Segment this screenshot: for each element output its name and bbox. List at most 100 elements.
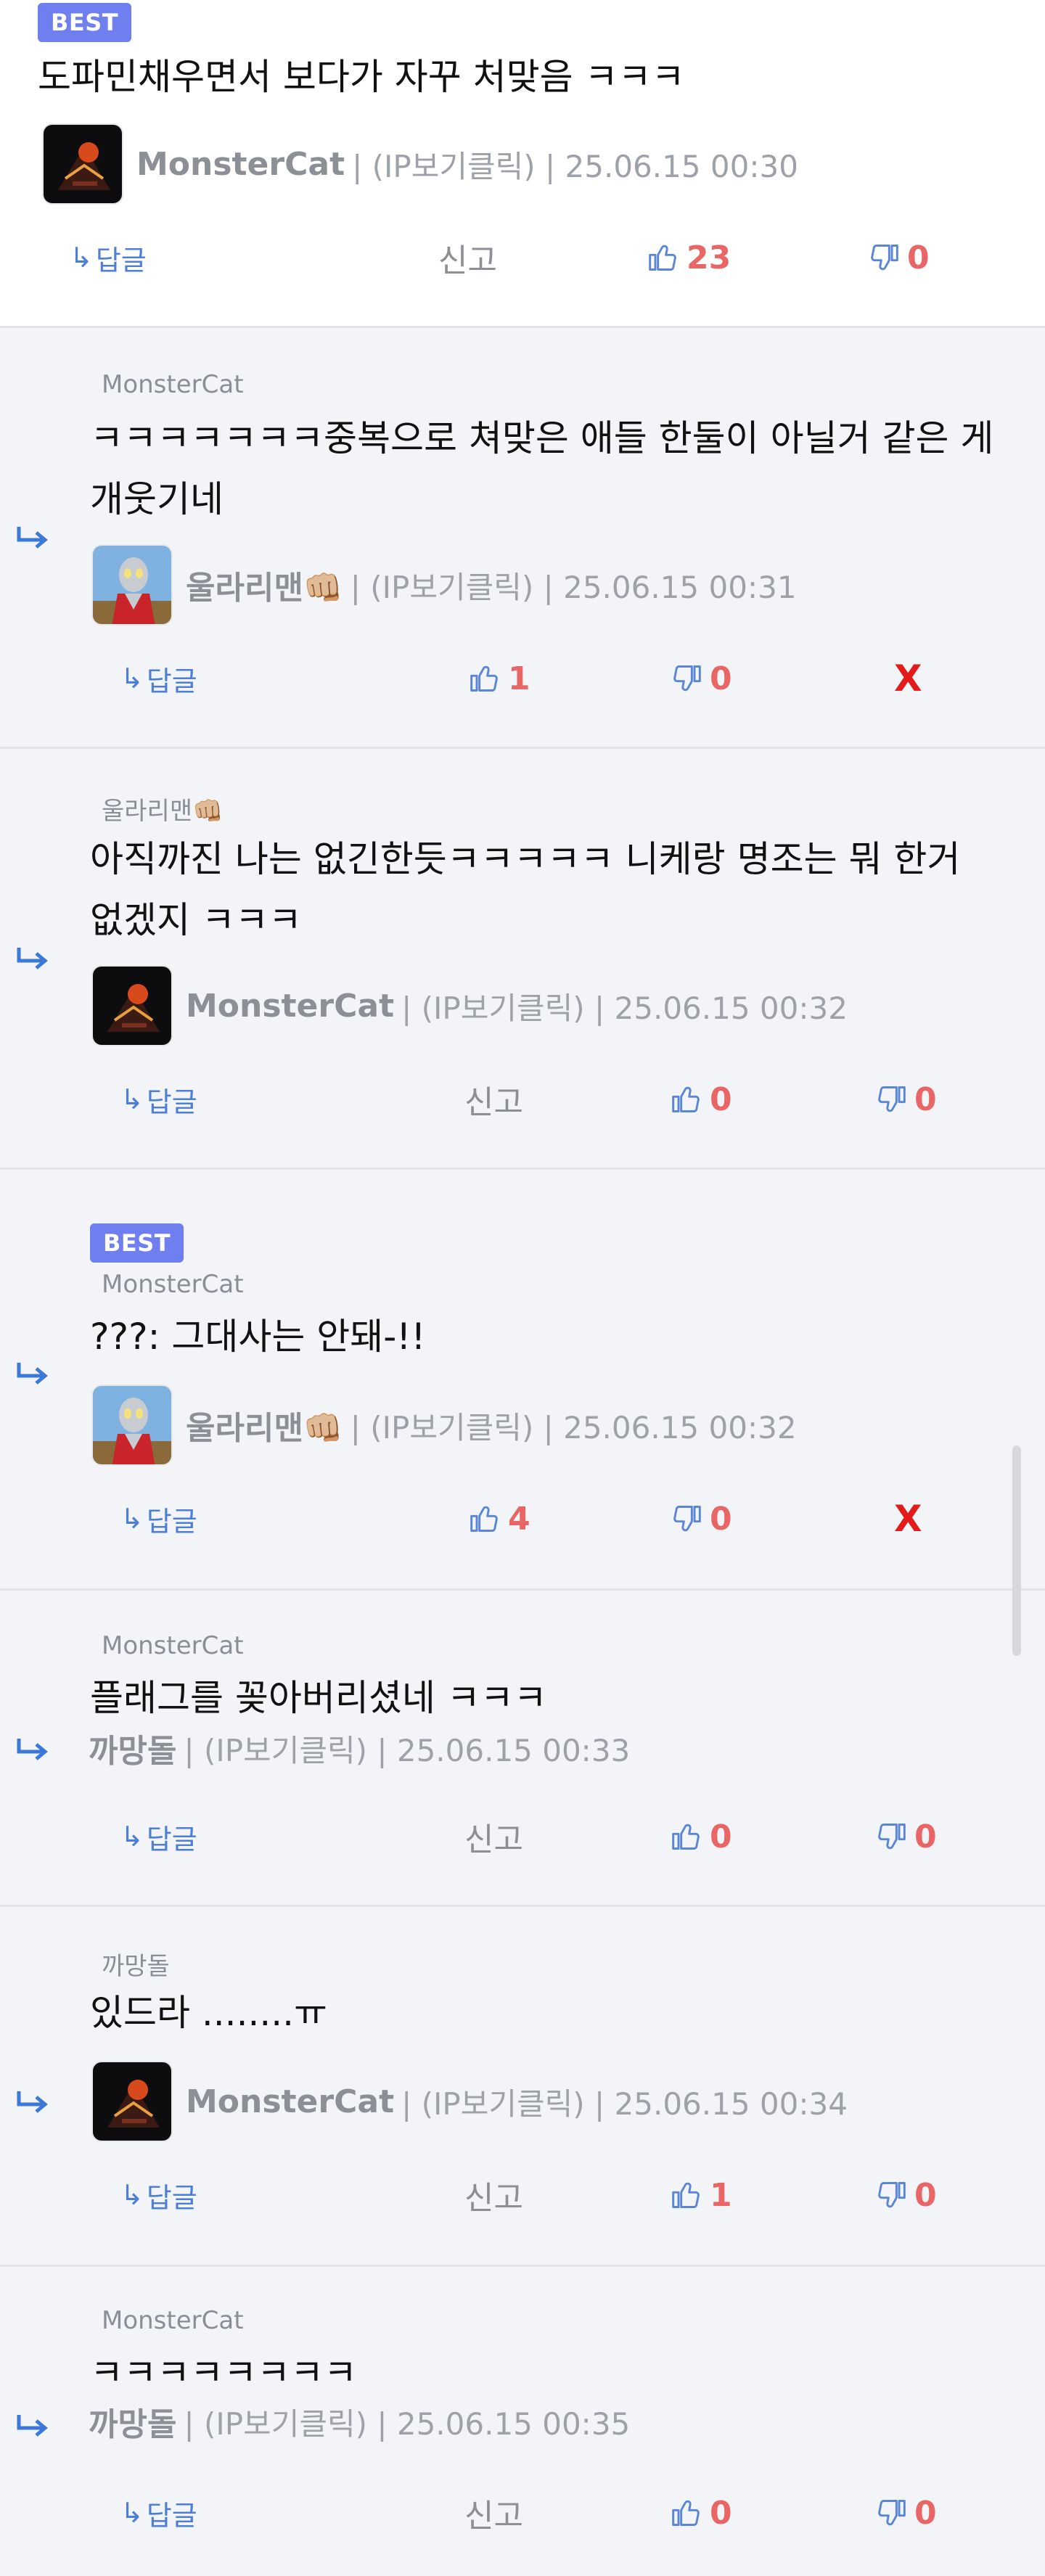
thumbs-up-icon <box>672 2500 700 2526</box>
reply-button[interactable]: ↳ 답글 <box>120 2487 197 2538</box>
reply-arrow-icon: ↳ <box>120 1503 144 1535</box>
reply-arrow-icon: ↳ <box>120 663 144 694</box>
comment-meta: MonsterCat | (IP보기클릭) | 25.06.15 00:30 <box>42 120 798 208</box>
comment-item: BEST MonsterCat ???: 그대사는 안돼-!! 울라리맨👊🏼 |… <box>0 1170 1045 1591</box>
downvote-button[interactable]: 0 <box>875 2487 937 2538</box>
author-name[interactable]: 까망돌 <box>89 2398 176 2445</box>
author-name[interactable]: MonsterCat <box>186 2083 394 2120</box>
reply-button[interactable]: ↳ 답글 <box>120 2170 197 2220</box>
best-badge: BEST <box>38 3 132 42</box>
thumbs-up-icon <box>470 665 498 692</box>
thumbs-down-icon <box>878 2500 906 2526</box>
downvote-count: 0 <box>914 1818 937 1855</box>
comment-meta-info[interactable]: | (IP보기클릭) | 25.06.15 00:31 <box>351 563 797 607</box>
upvote-button[interactable]: 4 <box>469 1493 530 1544</box>
reply-button[interactable]: ↳ 답글 <box>120 1811 197 1862</box>
upvote-button[interactable]: 1 <box>671 2170 732 2220</box>
report-button[interactable]: 신고 <box>464 2170 523 2220</box>
comment-meta-info[interactable]: | (IP보기클릭) | 25.06.15 00:32 <box>351 1403 797 1448</box>
comment-body: ???: 그대사는 안돼-!! <box>90 1316 426 1358</box>
report-button[interactable]: 신고 <box>438 232 497 283</box>
comment-body: 아직까진 나는 없긴한듯ㅋㅋㅋㅋㅋ 니케랑 명조는 뭐 한거 없겠지 ㅋㅋㅋ <box>90 838 961 941</box>
reply-indicator-icon <box>17 1739 48 1760</box>
delete-button[interactable]: X <box>894 653 922 704</box>
delete-button[interactable]: X <box>894 1493 922 1544</box>
scrollbar[interactable] <box>1012 1445 1021 1656</box>
comment-body: 있드라 ........ㅠ <box>90 1992 328 2034</box>
thumbs-down-icon <box>878 1086 906 1112</box>
reply-arrow-icon: ↳ <box>70 242 93 274</box>
author-name[interactable]: MonsterCat <box>136 146 345 183</box>
parent-author: MonsterCat <box>102 1631 244 1660</box>
ultraman-avatar-icon[interactable] <box>91 1385 173 1466</box>
comment-meta-info[interactable]: | (IP보기클릭) | 25.06.15 00:32 <box>401 984 848 1028</box>
author-name[interactable]: MonsterCat <box>186 988 394 1025</box>
comment-meta-info[interactable]: | (IP보기클릭) | 25.06.15 00:35 <box>184 2400 630 2444</box>
thumbs-down-icon <box>673 665 701 692</box>
author-name[interactable]: 까망돌 <box>89 1725 176 1771</box>
reply-button[interactable]: ↳ 답글 <box>70 232 147 283</box>
upvote-count: 1 <box>508 660 530 697</box>
thumbs-down-icon <box>673 1506 701 1532</box>
parent-author: 울라리맨👊🏼 <box>102 797 224 826</box>
thumbs-down-icon <box>871 245 898 271</box>
downvote-button[interactable]: 0 <box>875 1811 937 1862</box>
upvote-count: 4 <box>508 1500 530 1538</box>
reply-indicator-icon <box>17 527 48 549</box>
upvote-count: 0 <box>710 1080 732 1118</box>
reply-indicator-icon <box>17 2091 48 2113</box>
comment-meta: 까망돌 | (IP보기클릭) | 25.06.15 00:33 <box>89 1723 630 1773</box>
report-button[interactable]: 신고 <box>464 1074 523 1125</box>
parent-author: MonsterCat <box>102 1270 244 1299</box>
comment-meta: 울라리맨👊🏼 | (IP보기클릭) | 25.06.15 00:32 <box>91 1382 797 1469</box>
downvote-button[interactable]: 0 <box>868 232 930 283</box>
report-button[interactable]: 신고 <box>464 1811 523 1862</box>
author-name[interactable]: 울라리맨👊🏼 <box>186 562 343 608</box>
reply-button[interactable]: ↳ 답글 <box>120 1074 197 1125</box>
author-name[interactable]: 울라리맨👊🏼 <box>186 1402 343 1448</box>
thumbs-down-icon <box>878 2182 906 2208</box>
parent-author: MonsterCat <box>102 2306 244 2335</box>
reply-arrow-icon: ↳ <box>120 2497 144 2529</box>
comment-item: MonsterCat ㅋㅋㅋㅋㅋㅋㅋ중복으로 쳐맞은 애들 한둘이 아닐거 같은… <box>0 328 1045 749</box>
comment-body: 도파민채우면서 보다가 자꾸 처맞음 ㅋㅋㅋ <box>38 56 685 98</box>
comment-item: BEST 도파민채우면서 보다가 자꾸 처맞음 ㅋㅋㅋ MonsterCat |… <box>0 0 1045 328</box>
ultraman-avatar-icon[interactable] <box>91 544 173 625</box>
reply-indicator-icon <box>17 948 48 969</box>
thumbs-up-icon <box>672 1086 700 1112</box>
reply-button[interactable]: ↳ 답글 <box>120 653 197 704</box>
upvote-button[interactable]: 0 <box>671 2487 732 2538</box>
reply-indicator-icon <box>17 2415 48 2437</box>
parent-author: 까망돌 <box>102 1952 170 1981</box>
downvote-button[interactable]: 0 <box>875 2170 937 2220</box>
upvote-count: 23 <box>687 239 732 276</box>
thumbs-down-icon <box>878 1824 906 1850</box>
downvote-count: 0 <box>710 660 732 697</box>
upvote-button[interactable]: 0 <box>671 1074 732 1125</box>
upvote-count: 1 <box>710 2176 732 2214</box>
upvote-count: 0 <box>710 2494 732 2532</box>
comment-item: MonsterCat 플래그를 꽂아버리셨네 ㅋㅋㅋ 까망돌 | (IP보기클릭… <box>0 1591 1045 1907</box>
reply-button[interactable]: ↳ 답글 <box>120 1493 197 1544</box>
report-button[interactable]: 신고 <box>464 2487 523 2538</box>
downvote-count: 0 <box>914 2176 937 2214</box>
upvote-button[interactable]: 0 <box>671 1811 732 1862</box>
downvote-button[interactable]: 0 <box>875 1074 937 1125</box>
downvote-count: 0 <box>914 2494 937 2532</box>
downvote-button[interactable]: 0 <box>671 1493 732 1544</box>
monstercat-avatar-icon[interactable] <box>91 965 173 1046</box>
comment-meta: MonsterCat | (IP보기클릭) | 25.06.15 00:32 <box>91 962 848 1049</box>
comment-item: 까망돌 있드라 ........ㅠ MonsterCat | (IP보기클릭) … <box>0 1907 1045 2267</box>
upvote-button[interactable]: 23 <box>647 232 731 283</box>
downvote-button[interactable]: 0 <box>671 653 732 704</box>
comment-meta: 까망돌 | (IP보기클릭) | 25.06.15 00:35 <box>89 2396 630 2447</box>
monstercat-avatar-icon[interactable] <box>42 123 123 205</box>
comment-meta-info[interactable]: | (IP보기클릭) | 25.06.15 00:34 <box>401 2080 848 2124</box>
comment-meta: 울라리맨👊🏼 | (IP보기클릭) | 25.06.15 00:31 <box>91 541 797 628</box>
comment-body: ㅋㅋㅋㅋㅋㅋㅋㅋ <box>90 2352 357 2394</box>
comment-meta-info[interactable]: | (IP보기클릭) | 25.06.15 00:30 <box>352 142 798 186</box>
comment-meta-info[interactable]: | (IP보기클릭) | 25.06.15 00:33 <box>184 1726 630 1771</box>
upvote-button[interactable]: 1 <box>469 653 530 704</box>
monstercat-avatar-icon[interactable] <box>91 2061 173 2142</box>
best-badge: BEST <box>90 1223 184 1263</box>
